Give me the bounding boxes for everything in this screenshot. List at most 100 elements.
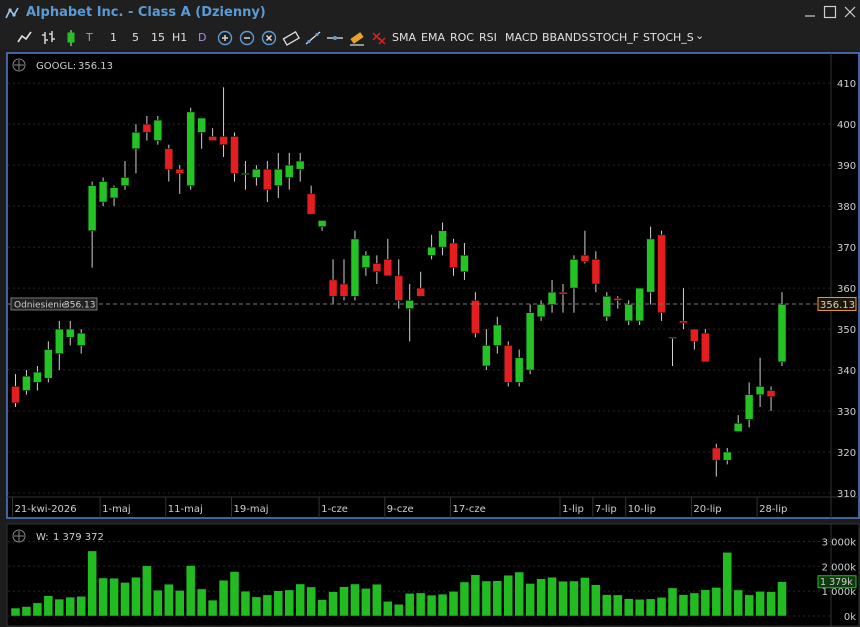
candle[interactable]	[701, 329, 710, 363]
volume-bar[interactable]	[87, 550, 97, 617]
volume-bar[interactable]	[394, 604, 404, 617]
eraser-icon[interactable]	[348, 29, 366, 47]
timeframe-1[interactable]: 1	[110, 29, 117, 47]
volume-bar[interactable]	[777, 581, 787, 617]
volume-bar[interactable]	[667, 587, 678, 617]
volume-bar[interactable]	[284, 589, 294, 617]
volume-bar[interactable]	[448, 591, 459, 617]
zoom-in-icon[interactable]	[216, 29, 234, 47]
ruler-icon[interactable]	[282, 29, 300, 47]
volume-bar[interactable]	[175, 590, 185, 617]
volume-bar[interactable]	[273, 590, 284, 617]
volume-bar[interactable]	[503, 574, 513, 617]
zoom-out-icon[interactable]	[238, 29, 256, 47]
volume-bar[interactable]	[240, 590, 251, 617]
volume-bar[interactable]	[383, 601, 393, 617]
candle[interactable]	[503, 341, 513, 387]
volume-bar[interactable]	[262, 594, 273, 617]
volume-bar[interactable]	[766, 591, 776, 617]
volume-bar[interactable]	[109, 577, 119, 617]
volume-bar[interactable]	[153, 589, 163, 617]
timeframe-d[interactable]: D	[198, 29, 206, 47]
volume-bar[interactable]	[251, 596, 262, 617]
volume-bar[interactable]	[569, 580, 579, 617]
volume-bar[interactable]	[10, 607, 21, 617]
indicator-rsi[interactable]: RSI	[479, 29, 497, 47]
indicator-stoch-f[interactable]: STOCH_F	[589, 29, 639, 47]
indicator-bbands[interactable]: BBANDS	[542, 29, 588, 47]
delete-drawings-icon[interactable]	[370, 29, 388, 47]
close-icon[interactable]	[841, 3, 859, 21]
volume-bar[interactable]	[634, 599, 645, 617]
volume-bar[interactable]	[218, 579, 229, 617]
volume-bar[interactable]	[492, 580, 503, 617]
volume-bar[interactable]	[656, 597, 667, 617]
volume-bar[interactable]	[131, 576, 141, 617]
indicator-sma[interactable]: SMA	[392, 29, 416, 47]
timeframe-15[interactable]: 15	[151, 29, 165, 47]
volume-bar[interactable]	[142, 565, 152, 617]
volume-bar[interactable]	[645, 598, 656, 617]
candle[interactable]	[525, 304, 535, 375]
candle[interactable]	[350, 230, 360, 301]
volume-bar[interactable]	[481, 580, 492, 617]
volume-bar[interactable]	[339, 586, 349, 617]
line-chart-icon[interactable]	[16, 29, 34, 47]
volume-bar[interactable]	[580, 577, 590, 617]
volume-bar[interactable]	[361, 588, 371, 617]
volume-bar[interactable]	[229, 571, 240, 617]
volume-bar[interactable]	[295, 583, 305, 617]
volume-bar[interactable]	[328, 591, 338, 617]
candle[interactable]	[635, 287, 644, 325]
candle[interactable]	[602, 292, 612, 321]
timeframe-h1[interactable]: H1	[172, 29, 187, 47]
volume-bar[interactable]	[558, 580, 568, 617]
volume-bar[interactable]	[426, 594, 437, 617]
volume-bar[interactable]	[76, 596, 86, 617]
volume-bar[interactable]	[317, 599, 327, 617]
volume-bar[interactable]	[678, 594, 689, 617]
more-indicators-dropdown[interactable]: ⌄	[695, 27, 704, 45]
volume-bar[interactable]	[120, 582, 130, 617]
volume-bar[interactable]	[196, 588, 207, 617]
volume-bar[interactable]	[164, 583, 174, 617]
volume-bar[interactable]	[514, 571, 524, 617]
volume-bar[interactable]	[54, 598, 65, 617]
volume-bar[interactable]	[415, 592, 426, 617]
volume-bar[interactable]	[32, 602, 43, 617]
volume-bar[interactable]	[623, 598, 634, 617]
zoom-reset-icon[interactable]	[260, 29, 278, 47]
timeframe-5[interactable]: 5	[132, 29, 139, 47]
minimize-icon[interactable]	[801, 3, 819, 21]
volume-bar[interactable]	[65, 596, 75, 617]
indicator-ema[interactable]: EMA	[421, 29, 445, 47]
volume-bar[interactable]	[43, 595, 54, 617]
volume-bar[interactable]	[372, 583, 382, 617]
trendline-tool-icon[interactable]	[304, 29, 322, 47]
volume-bar[interactable]	[470, 574, 481, 617]
bar-chart-icon[interactable]	[40, 29, 58, 47]
volume-bar[interactable]	[404, 593, 415, 617]
candle[interactable]	[186, 107, 195, 190]
volume-bar[interactable]	[207, 599, 218, 617]
indicator-macd[interactable]: MACD	[505, 29, 538, 47]
candle[interactable]	[657, 230, 666, 321]
volume-bar[interactable]	[525, 583, 535, 617]
volume-bar[interactable]	[459, 581, 470, 617]
volume-bar[interactable]	[733, 589, 743, 617]
volume-bar[interactable]	[755, 591, 765, 617]
volume-bar[interactable]	[613, 594, 623, 617]
volume-bar[interactable]	[437, 593, 448, 617]
candlestick-chart-icon[interactable]	[62, 29, 80, 47]
indicator-roc[interactable]: ROC	[450, 29, 474, 47]
maximize-icon[interactable]	[821, 3, 839, 21]
chart-area[interactable]: 310 320 330 340 350 360 370 380 390 400 410 21-kwi…	[0, 50, 860, 627]
volume-bar[interactable]	[185, 565, 196, 617]
candle[interactable]	[98, 177, 108, 207]
volume-bar[interactable]	[98, 577, 108, 617]
volume-bar[interactable]	[744, 594, 754, 617]
volume-bar[interactable]	[21, 606, 32, 617]
candle[interactable]	[153, 115, 163, 145]
indicator-stoch-s[interactable]: STOCH_S	[643, 29, 694, 47]
volume-bar[interactable]	[306, 586, 316, 617]
